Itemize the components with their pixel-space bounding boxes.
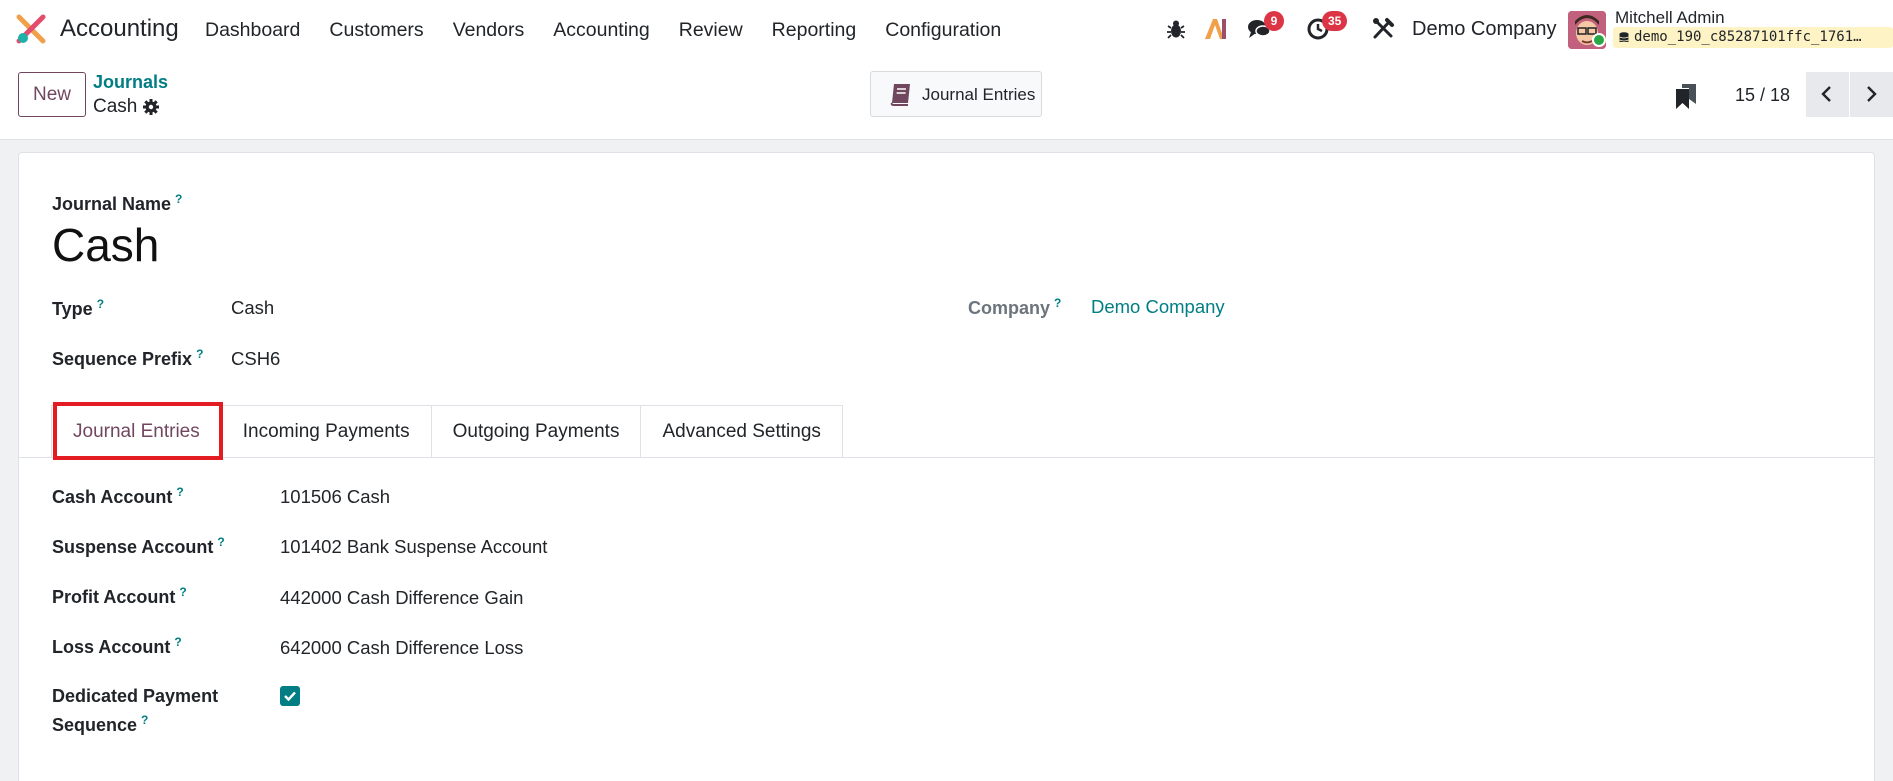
help-icon[interactable]: ? <box>97 297 104 311</box>
help-icon[interactable]: ? <box>174 635 181 649</box>
help-icon[interactable]: ? <box>175 192 182 206</box>
notebook-tabs: Journal Entries Incoming Payments Outgoi… <box>51 405 843 458</box>
help-icon[interactable]: ? <box>176 485 183 499</box>
journal-name-label: Journal Name? <box>52 192 183 214</box>
type-field[interactable]: Cash <box>231 297 274 319</box>
messages-badge: 9 <box>1264 11 1284 31</box>
journal-name-field[interactable]: Cash <box>52 218 159 272</box>
menu-configuration[interactable]: Configuration <box>885 19 1001 42</box>
smart-button-label: Journal Entries <box>922 85 1036 104</box>
pager-value[interactable]: 15 / 18 <box>1735 85 1790 106</box>
profit-account-label: Profit Account? <box>52 585 187 607</box>
gear-icon[interactable] <box>142 98 160 116</box>
menu-vendors[interactable]: Vendors <box>453 19 525 42</box>
database-name: demo_190_c85287101ffc_1761… <box>1613 27 1893 48</box>
cash-account-label: Cash Account? <box>52 485 184 507</box>
loss-account-label: Loss Account? <box>52 635 182 657</box>
suspense-account-label: Suspense Account? <box>52 535 225 557</box>
type-label: Type? <box>52 297 105 319</box>
user-name[interactable]: Mitchell Admin <box>1615 8 1725 28</box>
activities-badge: 35 <box>1322 11 1348 31</box>
tab-outgoing-payments[interactable]: Outgoing Payments <box>430 405 642 458</box>
pager-previous-button[interactable] <box>1806 72 1849 117</box>
accounting-app-logo-icon[interactable] <box>16 14 46 44</box>
menu-dashboard[interactable]: Dashboard <box>205 19 300 42</box>
ai-assistant-icon[interactable] <box>1202 16 1228 42</box>
tab-divider <box>18 457 1875 458</box>
tools-settings-icon[interactable] <box>1370 16 1396 42</box>
main-menu: Dashboard Customers Vendors Accounting R… <box>205 19 1001 42</box>
book-icon <box>890 84 910 106</box>
tab-incoming-payments[interactable]: Incoming Payments <box>220 405 432 458</box>
menu-reporting[interactable]: Reporting <box>772 19 857 42</box>
company-field[interactable]: Demo Company <box>1091 296 1225 318</box>
cash-account-field[interactable]: 101506 Cash <box>280 486 390 508</box>
chevron-right-icon <box>1867 86 1877 102</box>
menu-review[interactable]: Review <box>679 19 743 42</box>
sequence-prefix-label: Sequence Prefix? <box>52 347 204 369</box>
menu-accounting[interactable]: Accounting <box>553 19 649 42</box>
dedicated-payment-label-line2: Sequence? <box>52 713 149 735</box>
bookmark-icon[interactable] <box>1674 82 1698 110</box>
app-title[interactable]: Accounting <box>60 15 179 43</box>
company-switcher[interactable]: Demo Company <box>1412 18 1557 41</box>
top-navbar: Accounting Dashboard Customers Vendors A… <box>0 0 1893 58</box>
debug-bug-icon[interactable] <box>1163 16 1189 42</box>
loss-account-field[interactable]: 642000 Cash Difference Loss <box>280 637 523 659</box>
new-button[interactable]: New <box>18 72 86 117</box>
breadcrumb-current: Cash <box>93 96 138 117</box>
help-icon[interactable]: ? <box>141 713 148 727</box>
sequence-prefix-field[interactable]: CSH6 <box>231 348 280 370</box>
journal-entries-smart-button[interactable]: Journal Entries <box>870 71 1042 117</box>
help-icon[interactable]: ? <box>179 585 186 599</box>
tab-advanced-settings[interactable]: Advanced Settings <box>640 405 843 458</box>
help-icon[interactable]: ? <box>217 535 224 549</box>
database-icon <box>1619 32 1629 42</box>
pager-next-button[interactable] <box>1850 72 1893 117</box>
suspense-account-field[interactable]: 101402 Bank Suspense Account <box>280 536 547 558</box>
online-status-icon <box>1592 33 1606 47</box>
breadcrumb-journals[interactable]: Journals <box>93 72 168 93</box>
profit-account-field[interactable]: 442000 Cash Difference Gain <box>280 587 523 609</box>
company-label: Company? <box>968 296 1062 318</box>
tab-journal-entries[interactable]: Journal Entries <box>51 405 222 458</box>
menu-customers[interactable]: Customers <box>329 19 423 42</box>
checkmark-icon <box>284 691 296 702</box>
help-icon[interactable]: ? <box>1054 296 1061 310</box>
chevron-left-icon <box>1821 86 1831 102</box>
dedicated-payment-label-line1: Dedicated Payment <box>52 686 219 706</box>
help-icon[interactable]: ? <box>196 347 203 361</box>
dedicated-payment-sequence-checkbox[interactable] <box>280 686 300 706</box>
